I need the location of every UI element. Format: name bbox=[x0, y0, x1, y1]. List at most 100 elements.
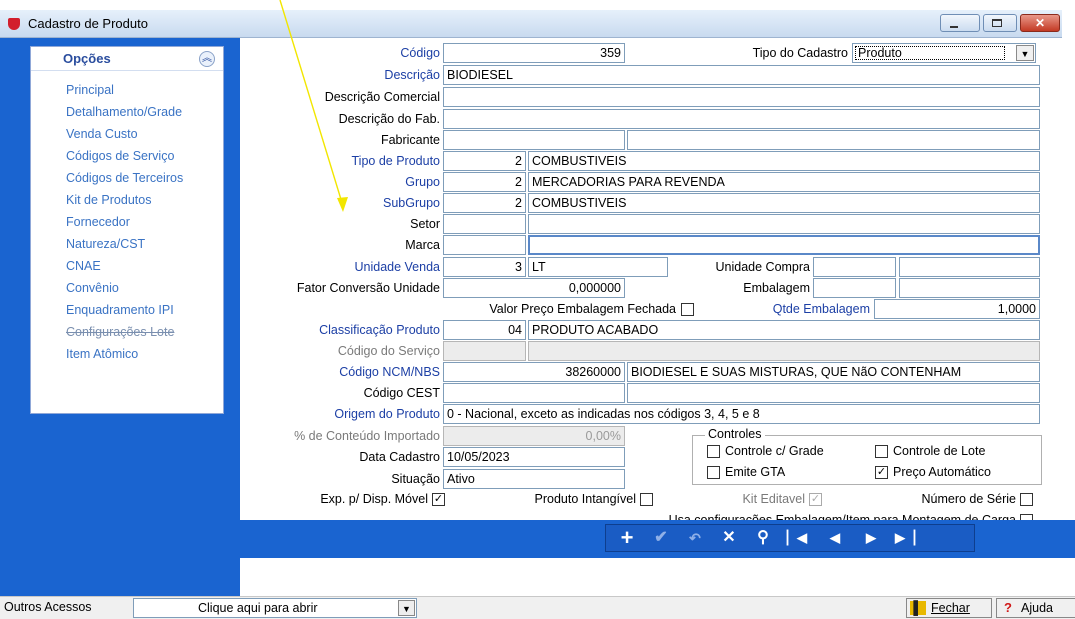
descricao-fab-label: Descrição do Fab. bbox=[338, 112, 440, 126]
exit-door-icon: ▌ bbox=[910, 601, 926, 615]
sidebar-item[interactable]: Configurações Lote bbox=[31, 321, 223, 343]
descricao-label: Descrição bbox=[384, 68, 440, 82]
setor-code-field[interactable] bbox=[443, 214, 526, 234]
exp-disp-movel-checkbox[interactable]: ✓ bbox=[432, 493, 445, 506]
codigo-field[interactable]: 359 bbox=[443, 43, 625, 63]
tipo-produto-name-field[interactable]: COMBUSTIVEIS bbox=[528, 151, 1040, 171]
classificacao-name-field[interactable]: PRODUTO ACABADO bbox=[528, 320, 1040, 340]
previous-record-icon[interactable]: ◀ bbox=[822, 527, 848, 549]
options-panel: Opções ︽ Principal Detalhamento/Grade Vend… bbox=[30, 46, 224, 414]
sidebar-item[interactable]: CNAE bbox=[31, 255, 223, 277]
first-record-icon[interactable]: ▏◀ bbox=[784, 527, 810, 549]
subgrupo-code-field[interactable]: 2 bbox=[443, 193, 526, 213]
fator-conversao-field[interactable]: 0,000000 bbox=[443, 278, 625, 298]
data-cadastro-field[interactable]: 10/05/2023 bbox=[443, 447, 625, 467]
sidebar-item[interactable]: Principal bbox=[31, 79, 223, 101]
numero-serie-checkbox[interactable] bbox=[1020, 493, 1033, 506]
sidebar-item[interactable]: Item Atômico bbox=[31, 343, 223, 365]
descricao-field[interactable]: BIODIESEL bbox=[443, 65, 1040, 85]
delete-icon[interactable]: ✕ bbox=[716, 527, 742, 549]
embalagem-code-field[interactable] bbox=[813, 278, 896, 298]
emite-gta-checkbox[interactable] bbox=[707, 466, 720, 479]
descricao-fab-field[interactable] bbox=[443, 109, 1040, 129]
add-icon[interactable]: + bbox=[614, 527, 640, 549]
outros-acessos-combo-text: Clique aqui para abrir bbox=[198, 601, 318, 615]
marca-name-field[interactable] bbox=[528, 235, 1040, 255]
maximize-button[interactable] bbox=[983, 14, 1017, 32]
marca-code-field[interactable] bbox=[443, 235, 526, 255]
sidebar-item[interactable]: Detalhamento/Grade bbox=[31, 101, 223, 123]
origem-field[interactable]: 0 - Nacional, exceto as indicadas nos có… bbox=[443, 404, 1040, 424]
emite-gta-label: Emite GTA bbox=[725, 465, 786, 479]
cest-code-field[interactable] bbox=[443, 383, 625, 403]
sidebar-item[interactable]: Venda Custo bbox=[31, 123, 223, 145]
confirm-icon: ✔ bbox=[654, 529, 668, 546]
combo-arrow-icon[interactable]: ▼ bbox=[398, 600, 415, 616]
tipo-cadastro-value: Produto bbox=[855, 46, 1005, 60]
ncm-code-field[interactable]: 38260000 bbox=[443, 362, 625, 382]
controle-lote-checkbox[interactable] bbox=[875, 445, 888, 458]
dropdown-arrow-icon[interactable]: ▼ bbox=[1016, 45, 1034, 61]
embalagem-name-field[interactable] bbox=[899, 278, 1040, 298]
fechar-button[interactable]: ▌ Fechar bbox=[906, 598, 992, 618]
grupo-code-field[interactable]: 2 bbox=[443, 172, 526, 192]
preco-automatico-checkbox[interactable]: ✓ bbox=[875, 466, 888, 479]
unidade-compra-code-field[interactable] bbox=[813, 257, 896, 277]
sidebar-item[interactable]: Convênio bbox=[31, 277, 223, 299]
tipo-produto-code-field[interactable]: 2 bbox=[443, 151, 526, 171]
collapse-icon[interactable]: ︽ bbox=[199, 51, 215, 67]
next-record-icon[interactable]: ▶ bbox=[858, 527, 884, 549]
codigo-servico-label: Código do Serviço bbox=[337, 344, 440, 358]
fechar-label: Fechar bbox=[931, 601, 970, 615]
qtde-embalagem-field[interactable]: 1,0000 bbox=[874, 299, 1040, 319]
maximize-icon bbox=[992, 19, 1002, 27]
unidade-compra-name-field[interactable] bbox=[899, 257, 1040, 277]
valor-preco-embalagem-checkbox[interactable] bbox=[681, 303, 694, 316]
sidebar-item[interactable]: Kit de Produtos bbox=[31, 189, 223, 211]
fabricante-name-field[interactable] bbox=[627, 130, 1040, 150]
ajuda-button[interactable]: ? Ajuda bbox=[996, 598, 1075, 618]
controle-lote-label: Controle de Lote bbox=[893, 444, 986, 458]
produto-intangivel-checkbox[interactable] bbox=[640, 493, 653, 506]
unidade-venda-code-field[interactable]: 3 bbox=[443, 257, 526, 277]
close-icon: ✕ bbox=[1034, 16, 1046, 30]
conteudo-importado-field: 0,00% bbox=[443, 426, 625, 446]
sidebar-item[interactable]: Natureza/CST bbox=[31, 233, 223, 255]
outros-acessos-combo[interactable]: Clique aqui para abrir ▼ bbox=[133, 598, 417, 618]
options-panel-title: Opções bbox=[63, 51, 111, 66]
ncm-description-field[interactable]: BIODIESEL E SUAS MISTURAS, QUE NãO CONTE… bbox=[627, 362, 1040, 382]
setor-name-field[interactable] bbox=[528, 214, 1040, 234]
ncm-label: Código NCM/NBS bbox=[339, 365, 440, 379]
subgrupo-label: SubGrupo bbox=[383, 196, 440, 210]
grupo-name-field[interactable]: MERCADORIAS PARA REVENDA bbox=[528, 172, 1040, 192]
fabricante-code-field[interactable] bbox=[443, 130, 625, 150]
unidade-venda-name-field[interactable]: LT bbox=[528, 257, 668, 277]
unidade-venda-label: Unidade Venda bbox=[354, 260, 441, 274]
cest-description-field[interactable] bbox=[627, 383, 1040, 403]
tipo-produto-label: Tipo de Produto bbox=[351, 154, 440, 168]
sidebar-item[interactable]: Códigos de Terceiros bbox=[31, 167, 223, 189]
classificacao-code-field[interactable]: 04 bbox=[443, 320, 526, 340]
minimize-button[interactable] bbox=[940, 14, 980, 32]
cest-label: Código CEST bbox=[363, 386, 440, 400]
valor-preco-embalagem-label: Valor Preço Embalagem Fechada bbox=[489, 302, 676, 316]
ajuda-label: Ajuda bbox=[1021, 601, 1053, 615]
close-button[interactable]: ✕ bbox=[1020, 14, 1060, 32]
sidebar-item[interactable]: Enquadramento IPI bbox=[31, 299, 223, 321]
last-record-icon[interactable]: ▶▕ bbox=[892, 527, 918, 549]
codigo-label: Código bbox=[400, 46, 440, 60]
sidebar-item[interactable]: Códigos de Serviço bbox=[31, 145, 223, 167]
controle-grade-checkbox[interactable] bbox=[707, 445, 720, 458]
kit-editavel-label: Kit Editavel bbox=[742, 492, 805, 506]
tipo-cadastro-select[interactable]: Produto ▼ bbox=[852, 43, 1036, 63]
sidebar-item[interactable]: Fornecedor bbox=[31, 211, 223, 233]
search-icon[interactable]: ⚲ bbox=[750, 527, 776, 549]
minimize-icon bbox=[950, 26, 958, 28]
qtde-embalagem-label: Qtde Embalagem bbox=[772, 302, 870, 316]
descricao-comercial-field[interactable] bbox=[443, 87, 1040, 107]
origem-label: Origem do Produto bbox=[334, 407, 440, 421]
controle-grade-label: Controle c/ Grade bbox=[725, 444, 824, 458]
subgrupo-name-field[interactable]: COMBUSTIVEIS bbox=[528, 193, 1040, 213]
situacao-field[interactable]: Ativo bbox=[443, 469, 625, 489]
conteudo-importado-label: % de Conteúdo Importado bbox=[294, 429, 440, 443]
